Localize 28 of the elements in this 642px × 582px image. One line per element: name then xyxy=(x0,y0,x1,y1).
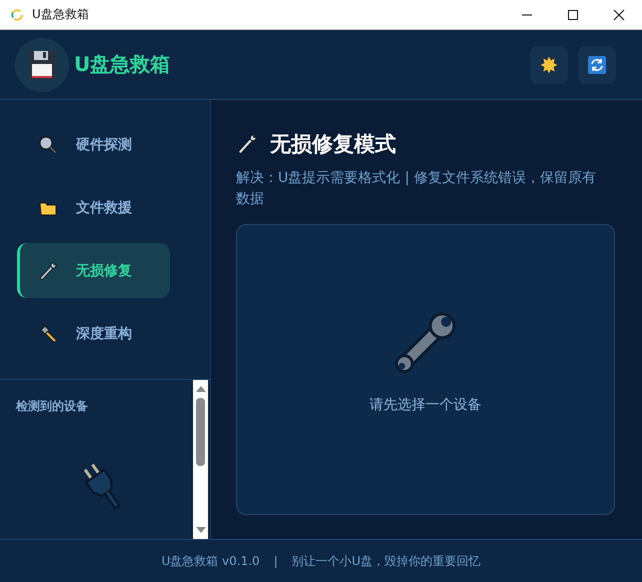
floppy-disk-icon xyxy=(14,36,70,92)
nav-item[interactable]: 深度重构 xyxy=(17,306,170,361)
scroll-up-icon xyxy=(196,386,206,392)
nav-item[interactable]: 硬件探测 xyxy=(17,117,170,172)
wrench-icon xyxy=(236,133,258,155)
separator-text: | xyxy=(274,554,278,568)
scrollbar[interactable] xyxy=(193,380,208,539)
wrench-icon xyxy=(38,260,58,280)
refresh-button[interactable] xyxy=(578,46,616,84)
refresh-icon xyxy=(587,54,607,74)
window-title: U盘急救箱 xyxy=(32,6,89,23)
theme-button[interactable] xyxy=(530,46,568,84)
page-description: 解决：U盘提示需要格式化 | 修复文件系统错误，保留原有数据 xyxy=(236,169,597,209)
version-text: U盘急救箱 v0.1.0 xyxy=(161,552,260,570)
hammer-icon xyxy=(38,324,58,344)
slogan-text: 别让一个小U盘，毁掉你的重要回忆 xyxy=(292,552,481,570)
app-icon xyxy=(10,8,24,22)
nav-item[interactable]: 文件救援 xyxy=(17,180,170,235)
close-icon xyxy=(613,8,625,20)
empty-message: 请先选择一个设备 xyxy=(370,396,482,414)
app-name: U盘急救箱 xyxy=(74,51,170,78)
nav-item[interactable]: 无损修复 xyxy=(17,243,170,298)
scroll-down-icon xyxy=(196,527,206,533)
page-title: 无损修复模式 xyxy=(270,131,396,158)
devices-heading: 检测到的设备 xyxy=(16,398,88,415)
sun-icon xyxy=(539,54,559,74)
maximize-icon xyxy=(567,8,579,20)
magnifier-icon xyxy=(38,134,58,154)
